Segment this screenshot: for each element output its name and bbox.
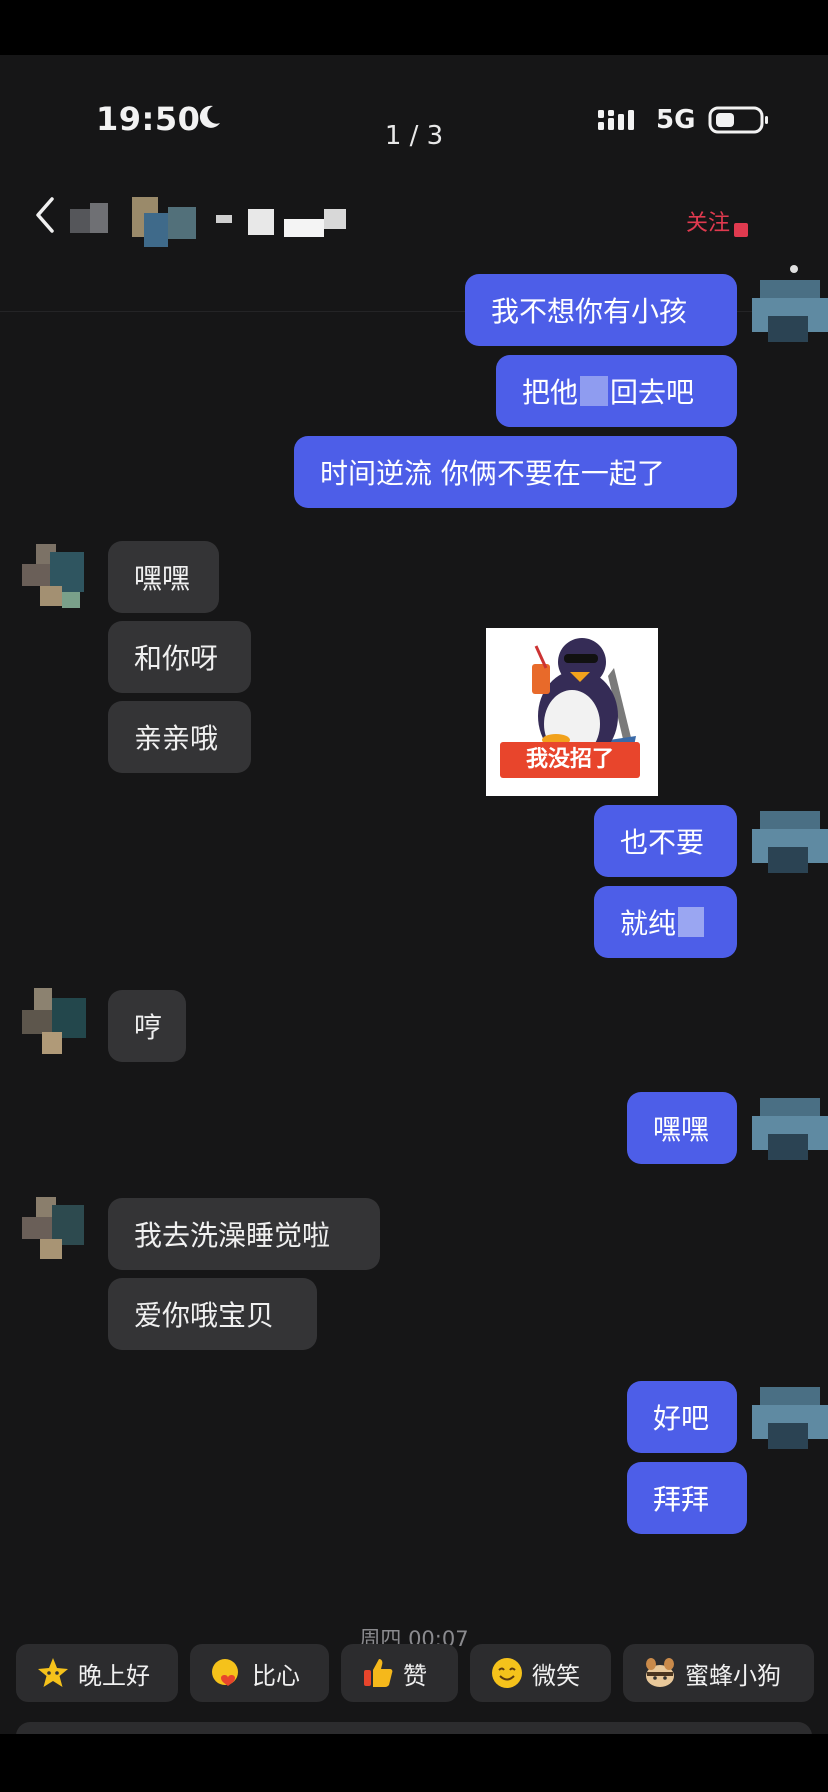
message-incoming[interactable]: 和你呀: [108, 621, 251, 693]
follow-tag: [734, 223, 748, 237]
message-incoming[interactable]: 爱你哦宝贝: [108, 1278, 317, 1350]
page-indicator: 1 / 3: [384, 121, 444, 151]
status-time: 19:50: [96, 100, 201, 138]
network-label: 5G: [656, 105, 696, 135]
message-outgoing[interactable]: 时间逆流 你俩不要在一起了: [294, 436, 737, 508]
avatar-self: [752, 1387, 828, 1449]
message-outgoing[interactable]: 也不要: [594, 805, 737, 877]
message-incoming[interactable]: 亲亲哦: [108, 701, 251, 773]
message-incoming[interactable]: 嘿嘿: [108, 541, 219, 613]
quick-reply-like[interactable]: 赞: [341, 1644, 458, 1702]
sticker-caption: 我没招了: [500, 742, 640, 778]
message-outgoing[interactable]: 拜拜: [627, 1462, 747, 1534]
bee-dog-emoji-icon: [646, 1658, 674, 1687]
quick-reply-good-evening[interactable]: 晚上好: [16, 1644, 178, 1702]
bottom-frame: [0, 1734, 828, 1792]
follow-button[interactable]: 关注: [686, 205, 730, 237]
message-incoming[interactable]: 我去洗澡睡觉啦: [108, 1198, 380, 1270]
message-outgoing[interactable]: 把他 回去吧: [496, 355, 737, 427]
thumbs-up-emoji-icon: [364, 1659, 393, 1687]
message-input-edge[interactable]: [16, 1722, 812, 1734]
penguin-sticker[interactable]: 我没招了: [486, 628, 658, 796]
star-emoji-icon: [38, 1658, 68, 1687]
battery-icon: [708, 106, 768, 134]
avatar-self: [752, 280, 828, 342]
message-incoming[interactable]: 哼: [108, 990, 186, 1062]
avatar-contact: [22, 988, 86, 1054]
message-outgoing[interactable]: 我不想你有小孩: [465, 274, 737, 346]
moon-icon: [199, 105, 220, 128]
contact-name-redacted: [70, 197, 346, 247]
avatar-contact: [22, 1197, 84, 1259]
heart-hands-emoji-icon: [212, 1659, 238, 1686]
top-frame: [0, 0, 828, 55]
back-button[interactable]: [30, 195, 60, 235]
redacted-char: [678, 907, 705, 937]
signal-icon: [598, 110, 634, 130]
redacted-char: [580, 376, 609, 406]
message-outgoing[interactable]: 嘿嘿: [627, 1092, 737, 1164]
quick-reply-bee-dog[interactable]: 蜜蜂小狗: [623, 1644, 814, 1702]
chat-screen: 19:50 1 / 3 5G 关注 我不想你有小孩 把他 回去吧 时间逆流 你俩不…: [0, 55, 828, 1734]
message-outgoing[interactable]: 就纯: [594, 886, 737, 958]
more-button[interactable]: [790, 265, 798, 273]
smile-emoji-icon: [492, 1658, 522, 1688]
avatar-self: [752, 1098, 828, 1160]
quick-reply-smile[interactable]: 微笑: [470, 1644, 611, 1702]
message-outgoing[interactable]: 好吧: [627, 1381, 737, 1453]
quick-reply-heart[interactable]: 比心: [190, 1644, 329, 1702]
avatar-contact: [22, 544, 84, 608]
avatar-self: [752, 811, 828, 873]
